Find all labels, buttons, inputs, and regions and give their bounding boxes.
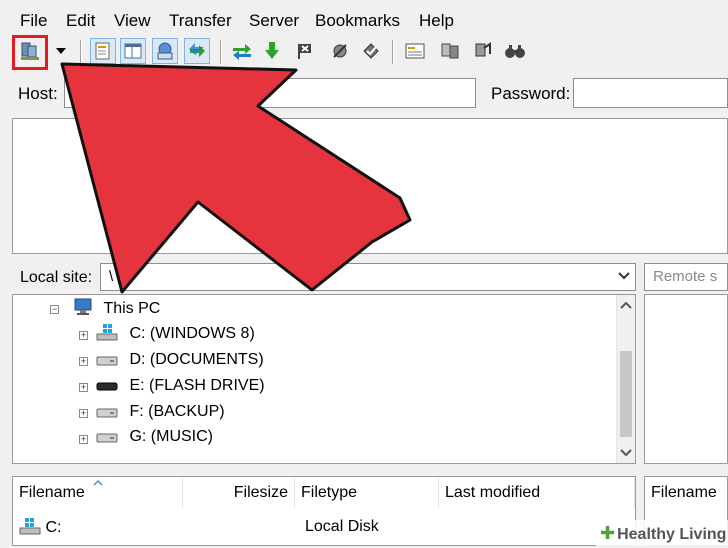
menu-help[interactable]: Help	[419, 10, 454, 32]
tree-item-drive[interactable]: E: (FLASH DRIVE)	[95, 375, 265, 396]
search-files-icon	[505, 45, 525, 58]
drive-icon	[96, 356, 118, 366]
windows-drive-icon	[96, 324, 118, 341]
tree-item-drive[interactable]: D: (DOCUMENTS)	[95, 349, 264, 370]
dropdown-arrow-icon	[56, 48, 66, 54]
file-cell-filename: C:	[19, 517, 61, 538]
reconnect-button[interactable]	[358, 38, 384, 64]
directory-filters-button[interactable]	[402, 38, 428, 64]
disconnect-button[interactable]	[327, 38, 353, 64]
collapse-toggle[interactable]: −	[50, 305, 59, 314]
chevron-down-icon[interactable]	[618, 445, 634, 459]
menu-edit[interactable]: Edit	[66, 10, 95, 32]
column-header-filesize[interactable]: Filesize	[183, 477, 295, 509]
local-site-path: \	[109, 268, 114, 285]
process-queue-icon	[265, 42, 279, 59]
toggle-message-log-button[interactable]	[90, 38, 116, 64]
tree-item-label: C: (WINDOWS 8)	[129, 325, 255, 342]
local-tree-toggle-icon	[124, 43, 142, 59]
tree-item-drive[interactable]: C: (WINDOWS 8)	[95, 323, 255, 344]
local-directory-tree[interactable]: − This PC + C: (WINDOWS 8) + D: (DOCUMEN…	[12, 294, 636, 464]
directory-listing-filters-icon	[405, 43, 425, 59]
password-input[interactable]	[573, 78, 728, 108]
chevron-up-icon[interactable]	[618, 299, 634, 313]
computer-icon	[74, 298, 92, 315]
column-header-last-modified[interactable]: Last modified	[439, 477, 635, 509]
reconnect-icon	[363, 43, 379, 59]
refresh-icon	[233, 44, 251, 60]
tree-item-label: E: (FLASH DRIVE)	[129, 377, 265, 394]
password-label: Password:	[491, 84, 571, 103]
file-cell-filetype: Local Disk	[305, 518, 379, 535]
expand-toggle[interactable]: +	[79, 383, 88, 392]
toggle-queue-button[interactable]	[184, 38, 210, 64]
host-input[interactable]	[64, 78, 476, 108]
search-files-button[interactable]	[502, 38, 528, 64]
menu-bar: File Edit View Transfer Server Bookmarks…	[0, 0, 728, 40]
toolbar-separator	[80, 40, 81, 64]
synchronized-browsing-button[interactable]	[470, 38, 496, 64]
local-site-label: Local site:	[20, 269, 93, 286]
tree-scrollbar[interactable]	[616, 295, 635, 463]
queue-toggle-icon	[189, 43, 205, 57]
local-file-list[interactable]: Filename Filesize Filetype Last modified…	[12, 476, 636, 546]
expand-toggle[interactable]: +	[79, 409, 88, 418]
tree-item-label: G: (MUSIC)	[129, 428, 213, 445]
message-log[interactable]	[12, 118, 728, 254]
tree-item-this-pc[interactable]: This PC	[73, 298, 160, 319]
chevron-down-icon[interactable]	[617, 269, 631, 283]
remote-site-combo[interactable]: Remote s	[644, 263, 728, 291]
toggle-local-tree-button[interactable]	[120, 38, 146, 64]
remote-directory-tree[interactable]	[644, 294, 728, 464]
compare-directories-button[interactable]	[437, 38, 463, 64]
menu-server[interactable]: Server	[249, 10, 299, 32]
expand-toggle[interactable]: +	[79, 435, 88, 444]
refresh-button[interactable]	[229, 38, 255, 64]
tree-item-label: This PC	[103, 300, 161, 317]
drive-icon	[96, 433, 118, 443]
column-header-filetype[interactable]: Filetype	[295, 477, 439, 509]
tree-item-label: F: (BACKUP)	[129, 403, 225, 420]
menu-bookmarks[interactable]: Bookmarks	[315, 10, 400, 32]
leaf-logo-icon: ✚	[600, 523, 616, 543]
drive-icon	[96, 408, 118, 418]
windows-drive-icon	[19, 518, 41, 535]
menu-file[interactable]: File	[20, 10, 47, 32]
column-header-filename[interactable]: Filename	[645, 477, 727, 509]
process-queue-button[interactable]	[259, 38, 285, 64]
toolbar-separator	[392, 40, 393, 64]
watermark: ✚ Healthy Living	[596, 520, 728, 546]
cancel-operation-icon	[298, 44, 311, 59]
highlight-box	[12, 35, 48, 70]
tree-item-drive[interactable]: F: (BACKUP)	[95, 401, 225, 422]
expand-toggle[interactable]: +	[79, 357, 88, 366]
column-header-filename[interactable]: Filename	[13, 477, 183, 509]
message-log-toggle-icon	[95, 42, 110, 60]
host-label: Host:	[18, 84, 58, 103]
disconnect-icon	[333, 44, 347, 58]
synchronized-browsing-icon	[475, 42, 491, 57]
flash-drive-icon	[96, 382, 118, 391]
tree-item-drive[interactable]: G: (MUSIC)	[95, 426, 213, 447]
tree-item-label: D: (DOCUMENTS)	[129, 351, 264, 368]
remote-tree-toggle-icon	[157, 42, 173, 60]
toolbar-separator	[220, 40, 221, 64]
scrollbar-thumb[interactable]	[620, 351, 632, 437]
menu-transfer[interactable]: Transfer	[169, 10, 232, 32]
expand-toggle[interactable]: +	[79, 331, 88, 340]
cancel-operation-button[interactable]	[292, 38, 318, 64]
menu-view[interactable]: View	[114, 10, 151, 32]
local-site-combo[interactable]: \	[100, 263, 636, 291]
remote-site-label: Remote s	[653, 268, 718, 285]
toggle-remote-tree-button[interactable]	[152, 38, 178, 64]
sort-ascending-icon	[93, 480, 103, 486]
site-manager-dropdown[interactable]	[52, 38, 70, 64]
compare-directories-icon	[441, 43, 459, 59]
